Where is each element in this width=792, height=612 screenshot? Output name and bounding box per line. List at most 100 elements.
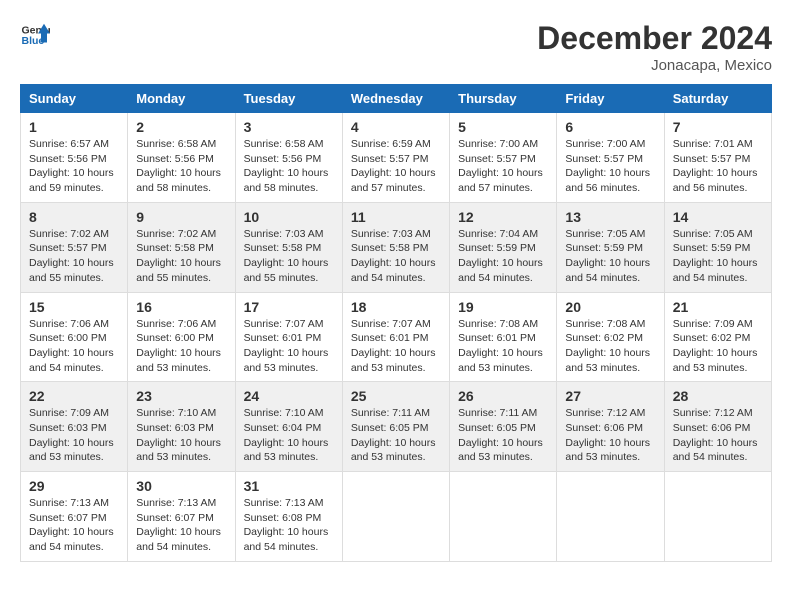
day-number: 22	[29, 388, 119, 404]
day-number: 19	[458, 299, 548, 315]
day-info: Sunrise: 7:11 AMSunset: 6:05 PMDaylight:…	[458, 406, 548, 465]
day-info: Sunrise: 7:00 AMSunset: 5:57 PMDaylight:…	[565, 137, 655, 196]
day-number: 28	[673, 388, 763, 404]
day-info: Sunrise: 6:57 AMSunset: 5:56 PMDaylight:…	[29, 137, 119, 196]
day-number: 1	[29, 119, 119, 135]
weekday-header-row: SundayMondayTuesdayWednesdayThursdayFrid…	[21, 85, 772, 113]
calendar-table: SundayMondayTuesdayWednesdayThursdayFrid…	[20, 84, 772, 562]
calendar-day-cell: 16 Sunrise: 7:06 AMSunset: 6:00 PMDayligh…	[128, 292, 235, 382]
day-info: Sunrise: 7:11 AMSunset: 6:05 PMDaylight:…	[351, 406, 441, 465]
day-info: Sunrise: 7:05 AMSunset: 5:59 PMDaylight:…	[565, 227, 655, 286]
calendar-day-cell: 4 Sunrise: 6:59 AMSunset: 5:57 PMDaylight…	[342, 113, 449, 203]
calendar-day-cell	[342, 472, 449, 562]
day-info: Sunrise: 7:12 AMSunset: 6:06 PMDaylight:…	[565, 406, 655, 465]
calendar-day-cell: 1 Sunrise: 6:57 AMSunset: 5:56 PMDaylight…	[21, 113, 128, 203]
day-number: 27	[565, 388, 655, 404]
day-info: Sunrise: 7:13 AMSunset: 6:07 PMDaylight:…	[136, 496, 226, 555]
day-number: 26	[458, 388, 548, 404]
day-info: Sunrise: 7:00 AMSunset: 5:57 PMDaylight:…	[458, 137, 548, 196]
day-number: 7	[673, 119, 763, 135]
day-number: 6	[565, 119, 655, 135]
weekday-header-tuesday: Tuesday	[235, 85, 342, 113]
day-number: 29	[29, 478, 119, 494]
day-number: 31	[244, 478, 334, 494]
calendar-day-cell: 24Sunrise: 7:10 AMSunset: 6:04 PMDayligh…	[235, 382, 342, 472]
day-info: Sunrise: 7:04 AMSunset: 5:59 PMDaylight:…	[458, 227, 548, 286]
day-info: Sunrise: 7:06 AMSunset: 6:00 PMDaylight:…	[29, 317, 119, 376]
calendar-day-cell: 2 Sunrise: 6:58 AMSunset: 5:56 PMDaylight…	[128, 113, 235, 203]
day-info: Sunrise: 6:58 AMSunset: 5:56 PMDaylight:…	[244, 137, 334, 196]
day-info: Sunrise: 7:01 AMSunset: 5:57 PMDaylight:…	[673, 137, 763, 196]
calendar-day-cell: 30 Sunrise: 7:13 AMSunset: 6:07 PMDayligh…	[128, 472, 235, 562]
calendar-day-cell: 15 Sunrise: 7:06 AMSunset: 6:00 PMDayligh…	[21, 292, 128, 382]
calendar-day-cell	[450, 472, 557, 562]
day-number: 15	[29, 299, 119, 315]
day-info: Sunrise: 7:05 AMSunset: 5:59 PMDaylight:…	[673, 227, 763, 286]
calendar-day-cell: 10Sunrise: 7:03 AMSunset: 5:58 PMDayligh…	[235, 202, 342, 292]
calendar-day-cell	[557, 472, 664, 562]
calendar-day-cell: 6 Sunrise: 7:00 AMSunset: 5:57 PMDaylight…	[557, 113, 664, 203]
page-header: General Blue December 2024 Jonacapa, Mex…	[20, 20, 772, 74]
day-number: 17	[244, 299, 334, 315]
day-number: 10	[244, 209, 334, 225]
calendar-day-cell: 22 Sunrise: 7:09 AMSunset: 6:03 PMDayligh…	[21, 382, 128, 472]
weekday-header-sunday: Sunday	[21, 85, 128, 113]
logo: General Blue	[20, 20, 50, 50]
day-number: 13	[565, 209, 655, 225]
day-number: 11	[351, 209, 441, 225]
day-number: 3	[244, 119, 334, 135]
day-info: Sunrise: 7:02 AMSunset: 5:57 PMDaylight:…	[29, 227, 119, 286]
calendar-day-cell: 5Sunrise: 7:00 AMSunset: 5:57 PMDaylight…	[450, 113, 557, 203]
day-info: Sunrise: 7:10 AMSunset: 6:03 PMDaylight:…	[136, 406, 226, 465]
day-info: Sunrise: 7:12 AMSunset: 6:06 PMDaylight:…	[673, 406, 763, 465]
calendar-day-cell: 25 Sunrise: 7:11 AMSunset: 6:05 PMDayligh…	[342, 382, 449, 472]
day-info: Sunrise: 7:09 AMSunset: 6:02 PMDaylight:…	[673, 317, 763, 376]
day-info: Sunrise: 7:09 AMSunset: 6:03 PMDaylight:…	[29, 406, 119, 465]
day-info: Sunrise: 7:07 AMSunset: 6:01 PMDaylight:…	[351, 317, 441, 376]
calendar-day-cell: 26 Sunrise: 7:11 AMSunset: 6:05 PMDayligh…	[450, 382, 557, 472]
calendar-day-cell: 19Sunrise: 7:08 AMSunset: 6:01 PMDayligh…	[450, 292, 557, 382]
weekday-header-monday: Monday	[128, 85, 235, 113]
calendar-day-cell: 29 Sunrise: 7:13 AMSunset: 6:07 PMDayligh…	[21, 472, 128, 562]
day-number: 16	[136, 299, 226, 315]
calendar-day-cell: 12 Sunrise: 7:04 AMSunset: 5:59 PMDayligh…	[450, 202, 557, 292]
day-info: Sunrise: 7:03 AMSunset: 5:58 PMDaylight:…	[351, 227, 441, 286]
svg-text:Blue: Blue	[22, 35, 45, 47]
calendar-day-cell: 23Sunrise: 7:10 AMSunset: 6:03 PMDayligh…	[128, 382, 235, 472]
day-info: Sunrise: 7:13 AMSunset: 6:08 PMDaylight:…	[244, 496, 334, 555]
calendar-week-row: 22 Sunrise: 7:09 AMSunset: 6:03 PMDayligh…	[21, 382, 772, 472]
calendar-day-cell: 14Sunrise: 7:05 AMSunset: 5:59 PMDayligh…	[664, 202, 771, 292]
day-number: 9	[136, 209, 226, 225]
title-block: December 2024 Jonacapa, Mexico	[537, 20, 772, 74]
calendar-week-row: 29 Sunrise: 7:13 AMSunset: 6:07 PMDayligh…	[21, 472, 772, 562]
calendar-day-cell: 17Sunrise: 7:07 AMSunset: 6:01 PMDayligh…	[235, 292, 342, 382]
day-number: 30	[136, 478, 226, 494]
calendar-day-cell: 7 Sunrise: 7:01 AMSunset: 5:57 PMDaylight…	[664, 113, 771, 203]
day-number: 20	[565, 299, 655, 315]
day-number: 8	[29, 209, 119, 225]
calendar-week-row: 15 Sunrise: 7:06 AMSunset: 6:00 PMDayligh…	[21, 292, 772, 382]
day-info: Sunrise: 7:02 AMSunset: 5:58 PMDaylight:…	[136, 227, 226, 286]
calendar-day-cell: 21 Sunrise: 7:09 AMSunset: 6:02 PMDayligh…	[664, 292, 771, 382]
calendar-day-cell: 31 Sunrise: 7:13 AMSunset: 6:08 PMDayligh…	[235, 472, 342, 562]
calendar-day-cell: 13 Sunrise: 7:05 AMSunset: 5:59 PMDayligh…	[557, 202, 664, 292]
day-info: Sunrise: 7:13 AMSunset: 6:07 PMDaylight:…	[29, 496, 119, 555]
day-info: Sunrise: 6:59 AMSunset: 5:57 PMDaylight:…	[351, 137, 441, 196]
weekday-header-saturday: Saturday	[664, 85, 771, 113]
calendar-day-cell: 3 Sunrise: 6:58 AMSunset: 5:56 PMDaylight…	[235, 113, 342, 203]
day-number: 12	[458, 209, 548, 225]
day-number: 18	[351, 299, 441, 315]
day-info: Sunrise: 7:08 AMSunset: 6:02 PMDaylight:…	[565, 317, 655, 376]
calendar-day-cell: 28 Sunrise: 7:12 AMSunset: 6:06 PMDayligh…	[664, 382, 771, 472]
month-year-title: December 2024	[537, 20, 772, 57]
day-number: 24	[244, 388, 334, 404]
calendar-day-cell: 8 Sunrise: 7:02 AMSunset: 5:57 PMDaylight…	[21, 202, 128, 292]
day-number: 21	[673, 299, 763, 315]
day-info: Sunrise: 6:58 AMSunset: 5:56 PMDaylight:…	[136, 137, 226, 196]
day-number: 4	[351, 119, 441, 135]
calendar-week-row: 8 Sunrise: 7:02 AMSunset: 5:57 PMDaylight…	[21, 202, 772, 292]
day-info: Sunrise: 7:06 AMSunset: 6:00 PMDaylight:…	[136, 317, 226, 376]
calendar-week-row: 1 Sunrise: 6:57 AMSunset: 5:56 PMDaylight…	[21, 113, 772, 203]
day-number: 2	[136, 119, 226, 135]
day-number: 25	[351, 388, 441, 404]
